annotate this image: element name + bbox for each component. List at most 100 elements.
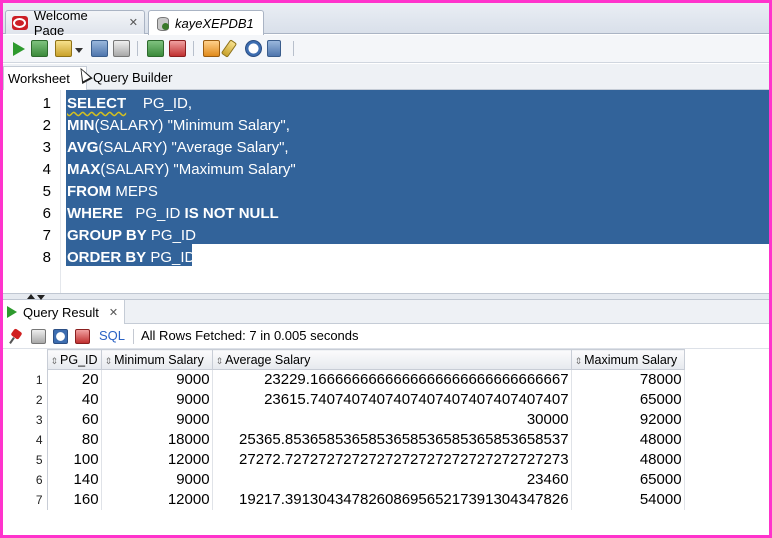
clear-eraser-icon[interactable]	[220, 39, 238, 58]
sql-keyword: WHERE	[67, 205, 123, 222]
sql-link[interactable]: SQL	[99, 328, 125, 343]
table-row[interactable]: 2 40 9000 23615.740740740740740740740740740…	[3, 389, 685, 410]
sort-icon[interactable]: ⇕	[575, 356, 583, 366]
table-cell-pg[interactable]: 100	[47, 449, 102, 470]
rollback-icon[interactable]	[169, 40, 186, 57]
table-cell-pg[interactable]: 40	[47, 389, 102, 410]
tab-kayexepdb1[interactable]: kayeXEPDB1	[148, 10, 264, 35]
tab-query-builder[interactable]: Query Builder	[89, 66, 176, 90]
table-cell-min[interactable]: 9000	[101, 409, 213, 430]
sql-editor[interactable]: 12345678 SELECT PG_ID, MIN(SALARY) "Minim…	[3, 90, 769, 293]
line-number: 7	[42, 227, 51, 244]
table-cell-max[interactable]: 48000	[571, 429, 685, 450]
tab-label: Query Builder	[93, 70, 173, 85]
column-header-pg-id[interactable]: ⇕ PG_ID	[46, 349, 102, 370]
sort-icon[interactable]: ⇕	[51, 356, 59, 366]
sql-text: (SALARY) "Average Salary",	[98, 139, 289, 156]
pin-icon[interactable]	[9, 329, 24, 344]
code-line[interactable]: FROM MEPS	[67, 181, 158, 203]
table-cell-pg[interactable]: 80	[47, 429, 102, 450]
sql-text: (SALARY) "Minimum Salary",	[94, 117, 290, 134]
table-cell-pg[interactable]: 60	[47, 409, 102, 430]
commit-icon[interactable]	[147, 40, 164, 57]
code-line[interactable]: ORDER BY PG_ID;	[67, 247, 200, 269]
chevron-down-icon[interactable]	[75, 48, 83, 53]
code-line[interactable]: GROUP BY PG_ID	[67, 225, 196, 247]
table-cell-avg[interactable]: 23460	[212, 469, 572, 490]
run-script-icon[interactable]	[31, 40, 48, 57]
table-cell-min[interactable]: 9000	[101, 389, 213, 410]
sql-history-icon[interactable]	[245, 40, 262, 57]
table-cell-min[interactable]: 12000	[101, 489, 213, 510]
column-header-minimum-salary[interactable]: ⇕ Minimum Salary	[100, 349, 213, 370]
table-cell-pg[interactable]: 20	[47, 369, 102, 390]
table-row[interactable]: 3 60 9000 30000 92000	[3, 409, 685, 430]
autotrace-icon[interactable]	[55, 40, 72, 57]
table-cell-avg[interactable]: 23229.1666666666666666666666666666667	[212, 369, 572, 390]
table-row[interactable]: 5 100 12000 27272.7272727272727272727272727…	[3, 449, 685, 470]
table-cell-avg[interactable]: 27272.7272727272727272727272727272727273	[212, 449, 572, 470]
table-cell-min[interactable]: 9000	[101, 369, 213, 390]
run-statement-icon[interactable]	[13, 42, 25, 56]
run-icon	[7, 306, 17, 318]
code-line[interactable]: MIN(SALARY) "Minimum Salary",	[67, 115, 290, 137]
table-row[interactable]: 1 20 9000 23229.166666666666666666666666666…	[3, 369, 685, 390]
row-number: 6	[3, 469, 48, 490]
result-table[interactable]: ⇕ PG_ID ⇕ Minimum Salary ⇕ Average Salary ⇕…	[3, 349, 685, 510]
table-cell-max[interactable]: 54000	[571, 489, 685, 510]
table-row[interactable]: 6 140 9000 23460 65000	[3, 469, 685, 490]
table-cell-max[interactable]: 78000	[571, 369, 685, 390]
editor-result-splitter[interactable]	[3, 293, 769, 300]
sort-icon[interactable]: ⇕	[105, 356, 113, 366]
table-cell-min[interactable]: 18000	[101, 429, 213, 450]
sql-keyword: MIN	[67, 117, 95, 134]
sql-text: (SALARY) "Maximum Salary"	[100, 161, 296, 178]
code-line[interactable]: AVG(SALARY) "Average Salary",	[67, 137, 289, 159]
sql-keyword: SELECT	[67, 95, 127, 112]
table-cell-max[interactable]: 65000	[571, 469, 685, 490]
sort-icon[interactable]: ⇕	[216, 356, 224, 366]
table-cell-max[interactable]: 48000	[571, 449, 685, 470]
close-icon[interactable]: ✕	[129, 16, 138, 29]
database-connection-icon	[155, 16, 169, 31]
column-header-label: Maximum Salary	[584, 352, 678, 367]
column-header-maximum-salary[interactable]: ⇕ Maximum Salary	[570, 349, 685, 370]
unshared-sql-worksheet-icon[interactable]	[203, 40, 220, 57]
table-cell-max[interactable]: 65000	[571, 389, 685, 410]
line-number: 6	[42, 205, 51, 222]
table-cell-max[interactable]: 92000	[571, 409, 685, 430]
sql-keyword: ORDER BY	[67, 249, 147, 266]
print-icon[interactable]	[31, 329, 46, 344]
explain-plan-icon[interactable]	[91, 40, 108, 57]
close-icon[interactable]: ✕	[109, 306, 118, 319]
code-line[interactable]: WHERE PG_ID IS NOT NULL	[67, 203, 279, 225]
tab-query-result[interactable]: Query Result ✕	[3, 300, 126, 324]
table-cell-avg[interactable]: 23615.7407407407407407407407407407407	[212, 389, 572, 410]
tab-welcome-page[interactable]: Welcome Page ✕	[5, 8, 145, 38]
sql-text: PG_ID	[146, 227, 196, 244]
table-cell-min[interactable]: 9000	[101, 469, 213, 490]
column-header-average-salary[interactable]: ⇕ Average Salary	[211, 349, 572, 370]
table-row[interactable]: 7 160 12000 19217.3913043478260869565217391…	[3, 489, 685, 510]
table-cell-pg[interactable]: 140	[47, 469, 102, 490]
sql-text: PG_ID;	[146, 249, 200, 266]
result-grid[interactable]: ⇕ PG_ID ⇕ Minimum Salary ⇕ Average Salary ⇕…	[3, 349, 769, 535]
code-line[interactable]: SELECT PG_ID,	[67, 93, 192, 115]
format-sql-icon[interactable]	[267, 40, 281, 57]
sql-tuning-icon[interactable]	[113, 40, 130, 57]
table-cell-avg[interactable]: 30000	[212, 409, 572, 430]
table-cell-min[interactable]: 12000	[101, 449, 213, 470]
code-line[interactable]: MAX(SALARY) "Maximum Salary"	[67, 159, 296, 181]
table-row[interactable]: 4 80 18000 25365.85365853658536585365853658…	[3, 429, 685, 450]
cancel-query-icon[interactable]	[75, 329, 90, 344]
row-number: 7	[3, 489, 48, 510]
table-cell-pg[interactable]: 160	[47, 489, 102, 510]
sql-text: PG_ID	[122, 205, 185, 222]
table-header-row: ⇕ PG_ID ⇕ Minimum Salary ⇕ Average Salary ⇕…	[3, 349, 685, 370]
column-header-label: Minimum Salary	[114, 352, 204, 367]
toolbar-separator	[293, 41, 294, 56]
arrow-up-icon[interactable]	[27, 294, 35, 299]
table-cell-avg[interactable]: 19217.3913043478260869565217391304347826	[212, 489, 572, 510]
table-cell-avg[interactable]: 25365.8536585365853658536585365853658537	[212, 429, 572, 450]
refresh-icon[interactable]	[53, 329, 68, 344]
